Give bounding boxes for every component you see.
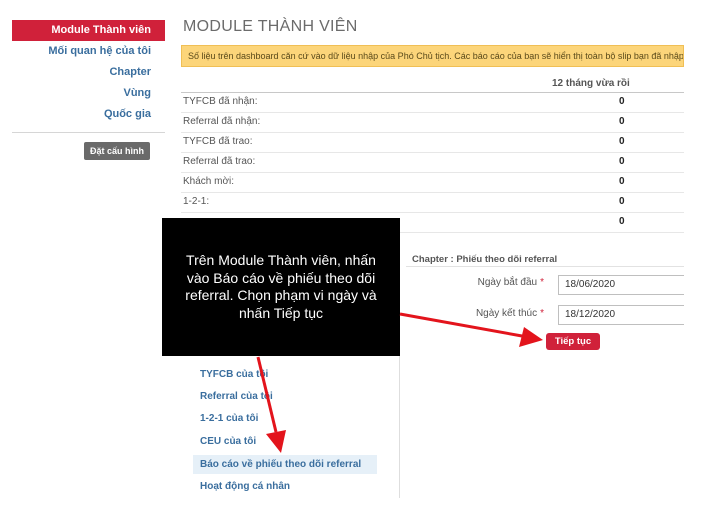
stat-row: Referral đã trao: 0 xyxy=(181,153,684,173)
sidebar-item-country[interactable]: Quốc gia xyxy=(104,108,151,120)
stat-value: 0 xyxy=(619,96,625,107)
start-date-label: Ngày bắt đầu * xyxy=(477,277,544,288)
stat-value: 0 xyxy=(619,176,625,187)
stat-value: 0 xyxy=(619,216,625,227)
stat-label: TYFCB đã trao: xyxy=(183,136,253,147)
sidebar-item-member-module[interactable]: Module Thành viên xyxy=(12,20,165,41)
menu-item-referral-tracking-report[interactable]: Báo cáo về phiếu theo dõi referral xyxy=(193,455,377,474)
menu-item-my-1-2-1[interactable]: 1-2-1 của tôi xyxy=(193,409,377,428)
stat-value: 0 xyxy=(619,196,625,207)
required-mark: * xyxy=(540,308,544,319)
sidebar-item-chapter[interactable]: Chapter xyxy=(109,66,151,78)
sidebar-item-my-connections[interactable]: Mối quan hệ của tôi xyxy=(48,45,151,57)
dashboard-notice: Số liệu trên dashboard căn cứ vào dữ liệ… xyxy=(181,45,684,67)
menu-item-my-referral[interactable]: Referral của tôi xyxy=(193,387,377,406)
stat-row: TYFCB đã trao: 0 xyxy=(181,133,684,153)
continue-button[interactable]: Tiếp tục xyxy=(546,333,600,350)
stat-value: 0 xyxy=(619,116,625,127)
start-date-input[interactable]: 18/06/2020 xyxy=(558,275,684,295)
stat-label: Referral đã trao: xyxy=(183,156,256,167)
sidebar-item-region[interactable]: Vùng xyxy=(124,87,152,99)
page-title: MODULE THÀNH VIÊN xyxy=(183,18,358,35)
stat-value: 0 xyxy=(619,136,625,147)
stat-value: 0 xyxy=(619,156,625,167)
period-column-header: 12 tháng vừa rồi xyxy=(552,78,630,89)
menu-item-personal-activity[interactable]: Hoạt động cá nhân xyxy=(193,477,377,496)
stat-row: 1-2-1: 0 xyxy=(181,193,684,213)
end-date-label: Ngày kết thúc * xyxy=(475,308,544,319)
sidebar-divider xyxy=(12,132,165,133)
stat-label: 1-2-1: xyxy=(183,196,210,207)
report-form-divider xyxy=(406,266,684,267)
configure-button[interactable]: Đặt cấu hình xyxy=(84,142,150,160)
stat-label: Khách mời: xyxy=(183,176,235,187)
stat-row: Referral đã nhận: 0 xyxy=(181,113,684,133)
instruction-callout: Trên Module Thành viên, nhấn vào Báo cáo… xyxy=(162,218,400,356)
stat-row: TYFCB đã nhận: 0 xyxy=(181,93,684,113)
report-menu-divider xyxy=(399,356,400,498)
stat-label: Referral đã nhận: xyxy=(183,116,261,127)
stat-row: Khách mời: 0 xyxy=(181,173,684,193)
required-mark: * xyxy=(540,277,544,288)
menu-item-my-tyfcb[interactable]: TYFCB của tôi xyxy=(193,365,377,384)
report-form-title: Chapter : Phiếu theo dõi referral xyxy=(412,254,558,265)
end-date-input[interactable]: 18/12/2020 xyxy=(558,305,684,325)
menu-item-my-ceu[interactable]: CEU của tôi xyxy=(193,432,377,451)
stat-label: TYFCB đã nhận: xyxy=(183,96,258,107)
